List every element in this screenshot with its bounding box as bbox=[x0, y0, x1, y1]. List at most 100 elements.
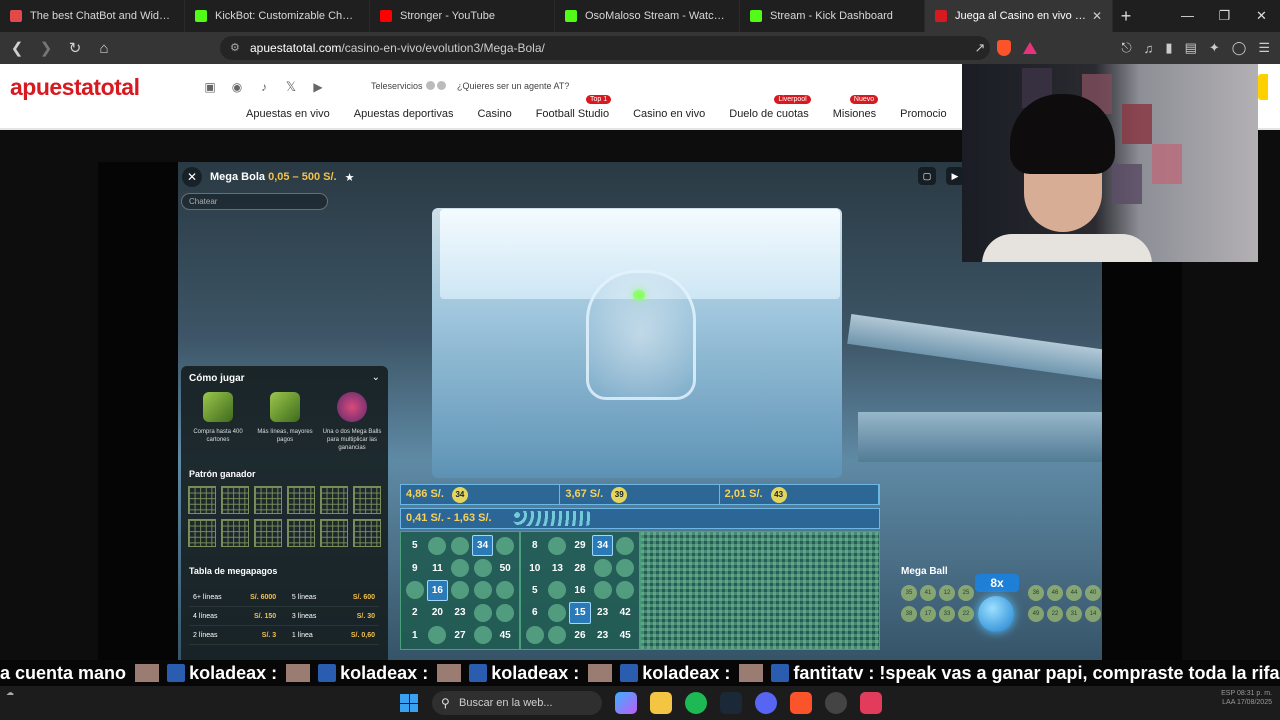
mega-ball-number: 17 bbox=[920, 606, 936, 622]
sidebar-icon[interactable]: ▮ bbox=[1165, 40, 1172, 56]
close-game-icon[interactable]: ✕ bbox=[182, 167, 202, 187]
mini-cards-grid[interactable] bbox=[640, 531, 880, 650]
whatsapp-icon bbox=[437, 81, 447, 90]
card-cell: 26 bbox=[574, 629, 586, 641]
emote-icon bbox=[739, 664, 764, 682]
nav-item[interactable]: Misiones Nuevo bbox=[833, 95, 879, 120]
daubed-cell bbox=[473, 626, 492, 645]
copilot-icon[interactable] bbox=[615, 692, 637, 714]
mega-ball-number: 31 bbox=[1066, 606, 1082, 622]
browser-tab[interactable]: OsoMaloso Stream - Watch Live o bbox=[555, 0, 740, 32]
agent-link[interactable]: ¿Quieres ser un agente AT? bbox=[457, 81, 569, 91]
pay-lines: 1 línea bbox=[291, 631, 313, 639]
media-icon[interactable]: ♫ bbox=[1144, 41, 1154, 56]
browser-tab[interactable]: Stronger - YouTube bbox=[370, 0, 555, 32]
minimize-icon[interactable]: — bbox=[1169, 0, 1206, 32]
nav-item[interactable]: Casino bbox=[477, 108, 511, 120]
daubed-cell bbox=[405, 581, 424, 600]
teleservicios[interactable]: Teleservicios bbox=[371, 81, 447, 91]
ball-rail bbox=[847, 314, 1102, 380]
daubed-cell bbox=[616, 559, 635, 578]
taskbar-search[interactable]: ⚲ Buscar en la web... bbox=[432, 691, 602, 715]
chat-input[interactable]: Chatear bbox=[181, 193, 328, 210]
site-logo[interactable]: apuestatotal bbox=[10, 74, 140, 101]
window-controls: — ❐ ✕ bbox=[1169, 0, 1280, 32]
tray-lang: ESP bbox=[1221, 690, 1236, 697]
browser-tab[interactable]: Juega al Casino en vivo Or ✕ bbox=[925, 0, 1113, 32]
ball-ramp bbox=[858, 412, 1102, 462]
prize-range: 0,41 S/. - 1,63 S/. bbox=[406, 512, 492, 524]
home-icon[interactable]: ⌂ bbox=[92, 40, 116, 57]
favorite-icon[interactable]: ★ bbox=[345, 171, 355, 184]
chat-username: koladeax bbox=[340, 663, 418, 683]
tab-favicon-icon bbox=[195, 10, 207, 22]
winning-patterns bbox=[188, 486, 384, 547]
obs-icon[interactable] bbox=[825, 692, 847, 714]
start-icon[interactable] bbox=[400, 694, 418, 712]
mega-ball bbox=[978, 596, 1014, 632]
vpn-icon[interactable]: ◯ bbox=[1232, 40, 1247, 56]
file-explorer-icon[interactable] bbox=[650, 692, 672, 714]
tab-title: The best ChatBot and Widgets for bbox=[30, 10, 174, 22]
card-cell: 28 bbox=[574, 562, 586, 574]
daubed-cell bbox=[548, 603, 567, 622]
tab-favicon-icon bbox=[935, 10, 947, 22]
nav-item[interactable]: Duelo de cuotas Liverpool bbox=[729, 95, 811, 120]
brave-shields-icon[interactable] bbox=[997, 40, 1012, 56]
discord-icon[interactable] bbox=[755, 692, 777, 714]
pattern-thumb bbox=[320, 486, 348, 514]
forward-icon[interactable]: ❯ bbox=[34, 39, 58, 57]
bingo-card[interactable]: 5 34 9 11 50 16 2 20 23 1 27 45 bbox=[400, 531, 520, 650]
paytable: 6+ líneas S/. 6000 5 líneas S/. 600 4 líneas… bbox=[189, 588, 379, 645]
system-tray[interactable]: ESP 08:31 p. m. LAA 17/08/2025 bbox=[1221, 689, 1272, 707]
nav-item[interactable]: Casino en vivo bbox=[633, 108, 705, 120]
nav-item[interactable]: Football Studio Top 1 bbox=[536, 95, 612, 120]
mega-ball-number: 44 bbox=[1066, 585, 1082, 601]
maximize-icon[interactable]: ❐ bbox=[1206, 0, 1243, 32]
nav-item[interactable]: Apuestas deportivas bbox=[354, 108, 454, 120]
brave-rewards-icon[interactable] bbox=[1023, 42, 1038, 54]
pattern-thumb bbox=[221, 519, 249, 547]
back-icon[interactable]: ❮ bbox=[5, 39, 29, 57]
tiktok-icon[interactable]: ♪ bbox=[256, 80, 272, 94]
browser-tab[interactable]: KickBot: Customizable Chat Bot fo bbox=[185, 0, 370, 32]
instagram-icon[interactable]: ▣ bbox=[202, 80, 218, 94]
new-tab-button[interactable]: + bbox=[1113, 6, 1139, 27]
brave-icon[interactable] bbox=[790, 692, 812, 714]
nav-item[interactable]: Promocio bbox=[900, 108, 946, 120]
card-cell: 15 bbox=[569, 602, 591, 624]
chevron-down-icon[interactable]: ⌄ bbox=[372, 372, 380, 383]
steam-icon[interactable] bbox=[720, 692, 742, 714]
menu-icon[interactable]: ☰ bbox=[1258, 40, 1270, 56]
spotify-icon[interactable] bbox=[685, 692, 707, 714]
prize-box: 4,86 S/. 34 bbox=[401, 485, 561, 504]
nav-item[interactable]: Apuestas en vivo bbox=[246, 108, 330, 120]
extensions-icon[interactable]: ⎋ bbox=[1121, 40, 1131, 56]
url-bar[interactable]: ⚙ apuestatotal.com/casino-en-vivo/evolut… bbox=[220, 36, 990, 60]
card-cell: 50 bbox=[499, 562, 511, 574]
nav-badge: Liverpool bbox=[774, 95, 811, 104]
chat-toggle-icon[interactable]: ▢ bbox=[918, 167, 936, 185]
pay-lines: 6+ líneas bbox=[193, 593, 222, 601]
youtube-icon[interactable]: ▶ bbox=[310, 80, 326, 94]
wallet-icon[interactable]: ▤ bbox=[1185, 40, 1197, 56]
ai-icon[interactable]: ✦ bbox=[1209, 40, 1220, 56]
site-info-icon[interactable]: ⚙ bbox=[230, 36, 240, 60]
browser-tab[interactable]: Stream - Kick Dashboard bbox=[740, 0, 925, 32]
pattern-thumb bbox=[221, 486, 249, 514]
reload-icon[interactable]: ↻ bbox=[63, 39, 87, 57]
bingo-card[interactable]: 8 29 34 10 13 28 5 16 6 15 23 42 26 23 45 bbox=[520, 531, 640, 650]
daubed-cell bbox=[450, 581, 469, 600]
prize-range-strip: 0,41 S/. - 1,63 S/. bbox=[400, 508, 880, 529]
megaball-icon bbox=[337, 392, 367, 422]
x-icon[interactable]: 𝕏 bbox=[283, 80, 299, 94]
facebook-icon[interactable]: ◉ bbox=[229, 80, 245, 94]
app-icon[interactable] bbox=[860, 692, 882, 714]
share-icon[interactable]: ↗ bbox=[974, 40, 985, 56]
widgets[interactable]: ☁ bbox=[6, 688, 14, 697]
login-tab[interactable] bbox=[1258, 74, 1268, 100]
card-cell: 9 bbox=[412, 562, 418, 574]
close-tab-icon[interactable]: ✕ bbox=[1092, 9, 1102, 23]
browser-tab[interactable]: The best ChatBot and Widgets for bbox=[0, 0, 185, 32]
close-window-icon[interactable]: ✕ bbox=[1243, 0, 1280, 32]
